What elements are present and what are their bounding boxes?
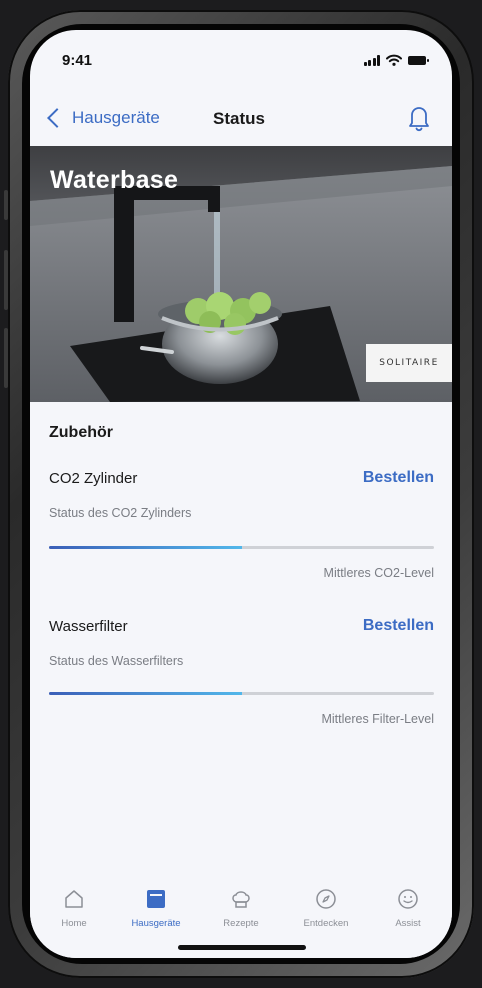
section-title: Zubehör (49, 424, 113, 441)
smiley-icon (398, 889, 418, 909)
chevron-left-icon (47, 108, 67, 128)
battery-icon (408, 55, 429, 65)
filter-status-description: Status des Wasserfilters (49, 654, 184, 668)
tab-bar: Home Hausgeräte Rezepte Entdecken Assist (30, 870, 452, 958)
cellular-signal-icon (363, 54, 380, 66)
volume-up-button (4, 250, 8, 310)
app-screen: 9:41 Hausgeräte Status Waterbase SOLITAI… (30, 30, 452, 958)
compass-icon (316, 889, 336, 909)
tab-hausgeraete[interactable]: Hausgeräte (116, 888, 196, 929)
navigation-bar: Hausgeräte Status (30, 90, 452, 146)
filter-order-button[interactable]: Bestellen (363, 617, 434, 635)
product-title: Waterbase (50, 166, 179, 194)
tab-entdecken-label: Entdecken (303, 918, 349, 929)
tab-assist[interactable]: Assist (368, 888, 448, 929)
product-hero-image: Waterbase SOLITAIRE (30, 146, 452, 402)
back-label: Hausgeräte (72, 108, 160, 127)
chef-hat-icon (232, 891, 250, 908)
accessories-section: Zubehör CO2 Zylinder Bestellen Status de… (30, 402, 452, 870)
house-icon (65, 890, 83, 908)
back-button[interactable]: Hausgeräte (46, 108, 160, 128)
co2-level-label: Mittleres CO2-Level (323, 566, 434, 580)
tab-hausgeraete-label: Hausgeräte (131, 918, 181, 929)
filter-level-label: Mittleres Filter-Level (321, 712, 434, 726)
co2-level-bar (49, 546, 434, 549)
wifi-icon (386, 54, 402, 66)
tab-assist-label: Assist (395, 918, 421, 929)
bell-icon[interactable] (406, 104, 432, 132)
co2-order-button[interactable]: Bestellen (363, 469, 434, 487)
filter-level-bar (49, 692, 434, 695)
brand-logo-text: SOLITAIRE (379, 358, 439, 368)
water-filter-name: Wasserfilter (49, 618, 128, 635)
mute-switch (4, 190, 8, 220)
co2-level-fill (49, 546, 242, 549)
filter-level-fill (49, 692, 242, 695)
status-time: 9:41 (62, 52, 93, 69)
tab-home[interactable]: Home (34, 888, 114, 929)
status-icons (363, 54, 429, 66)
status-bar: 9:41 (30, 30, 452, 90)
volume-down-button (4, 328, 8, 388)
tab-rezepte[interactable]: Rezepte (201, 888, 281, 929)
brand-logo: SOLITAIRE (366, 344, 452, 382)
tab-home-label: Home (61, 918, 87, 929)
co2-cylinder-name: CO2 Zylinder (49, 470, 138, 487)
home-indicator[interactable] (178, 945, 306, 950)
tab-entdecken[interactable]: Entdecken (286, 888, 366, 929)
appliance-icon (147, 890, 165, 908)
co2-status-description: Status des CO2 Zylinders (49, 506, 192, 520)
tab-rezepte-label: Rezepte (223, 918, 259, 929)
